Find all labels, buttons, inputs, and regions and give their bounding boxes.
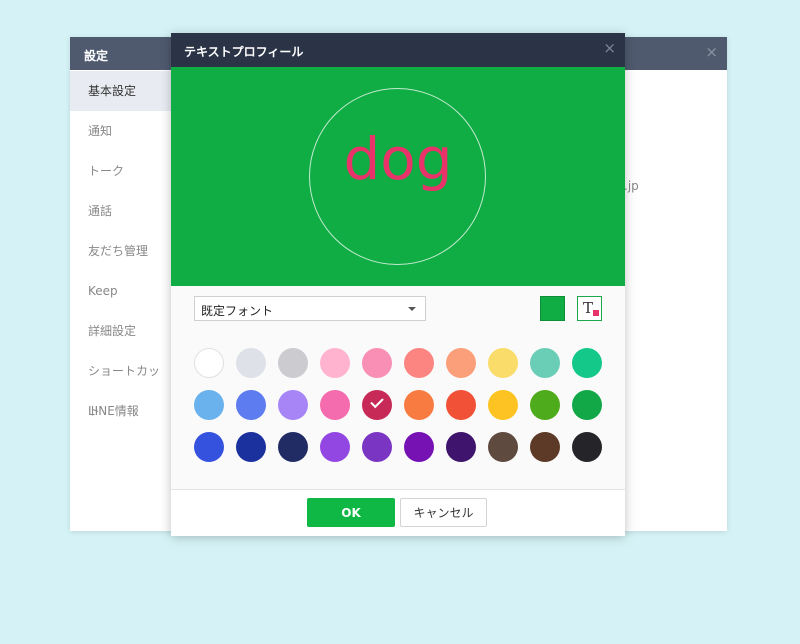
color-swatch[interactable] [362,348,392,378]
text-profile-dialog: テキストプロフィール × dog 既定フォント T OK キャンセル [171,33,625,536]
palette-row [194,432,614,474]
color-swatch[interactable] [530,432,560,462]
dialog-titlebar: テキストプロフィール × [171,33,625,67]
color-swatch[interactable] [194,348,224,378]
palette-row [194,348,614,390]
color-swatch[interactable] [530,390,560,420]
font-select[interactable]: 既定フォント [194,296,426,321]
settings-content-fragment: .jp [624,179,639,193]
settings-close-icon[interactable]: × [705,45,718,60]
color-swatch[interactable] [488,390,518,420]
text-color-button[interactable]: T [577,296,602,321]
color-swatch[interactable] [488,348,518,378]
sidebar-item[interactable]: 詳細設定 [70,311,171,351]
cancel-button[interactable]: キャンセル [400,498,487,527]
text-color-icon: T [583,299,594,317]
text-color-indicator [593,310,599,316]
dialog-title: テキストプロフィール [184,45,304,59]
profile-preview-text: dog [343,125,453,193]
color-swatch[interactable] [278,390,308,420]
color-swatch[interactable] [446,390,476,420]
color-swatch[interactable] [236,348,266,378]
color-swatch[interactable] [446,348,476,378]
sidebar-item[interactable]: 友だち管理 [70,231,171,271]
color-swatch[interactable] [362,390,392,420]
color-swatch[interactable] [572,432,602,462]
color-swatch[interactable] [404,390,434,420]
color-swatch[interactable] [530,348,560,378]
sidebar-item[interactable]: 通話 [70,191,171,231]
color-swatch[interactable] [572,348,602,378]
color-swatch[interactable] [236,390,266,420]
check-icon [370,394,384,409]
color-palette [194,348,614,474]
ok-button[interactable]: OK [307,498,395,527]
dialog-close-icon[interactable]: × [603,41,616,56]
color-swatch[interactable] [320,390,350,420]
color-swatch[interactable] [236,432,266,462]
color-swatch[interactable] [278,348,308,378]
chevron-down-icon [408,307,416,311]
color-swatch[interactable] [404,348,434,378]
sidebar-item[interactable]: トーク [70,151,171,191]
color-swatch[interactable] [488,432,518,462]
color-swatch[interactable] [446,432,476,462]
color-swatch[interactable] [572,390,602,420]
sidebar-item[interactable]: LINE情報 [70,391,171,431]
sidebar-item[interactable]: ショートカット [70,351,171,418]
color-swatch[interactable] [320,432,350,462]
font-select-value: 既定フォント [201,304,274,318]
color-swatch[interactable] [194,432,224,462]
sidebar-item[interactable]: Keep [70,271,171,311]
color-swatch[interactable] [404,432,434,462]
background-color-button[interactable] [540,296,565,321]
dialog-footer: OK キャンセル [171,489,625,536]
settings-title: 設定 [84,49,109,63]
sidebar-item[interactable]: 通知 [70,111,171,151]
color-swatch[interactable] [362,432,392,462]
color-swatch[interactable] [278,432,308,462]
color-swatch[interactable] [194,390,224,420]
sidebar-item[interactable]: 基本設定 [70,71,171,111]
palette-row [194,390,614,432]
settings-sidebar: 基本設定 通知 トーク 通話 友だち管理 Keep 詳細設定 ショートカット LINE情報 [70,71,171,431]
color-swatch[interactable] [320,348,350,378]
profile-preview: dog [171,67,625,286]
